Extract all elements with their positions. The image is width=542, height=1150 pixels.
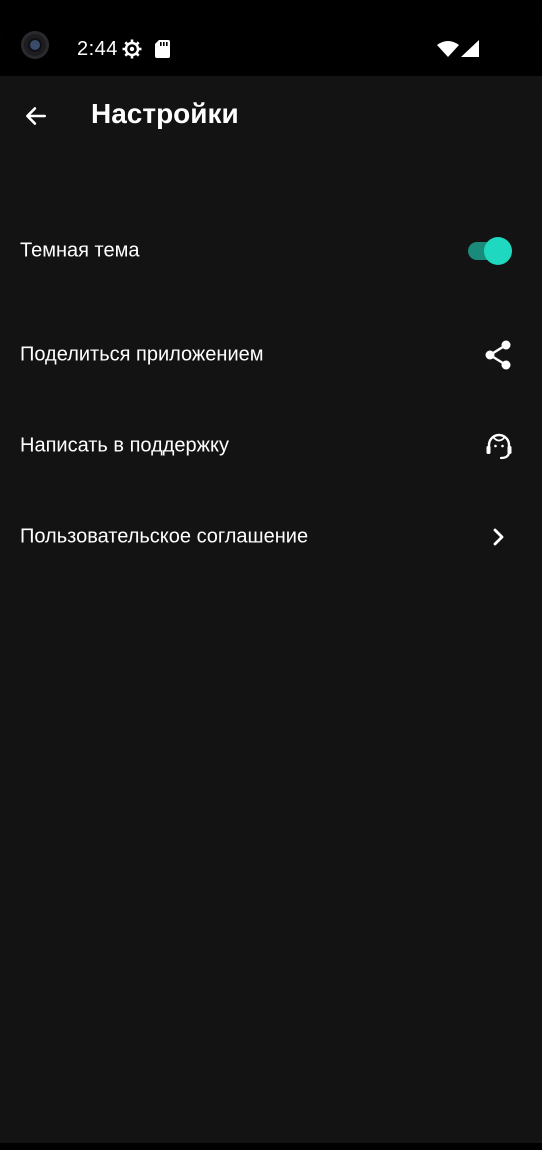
support-label: Написать в поддержку	[20, 434, 230, 457]
sd-card-icon	[155, 40, 170, 58]
arrow-back-icon	[26, 107, 46, 125]
status-time: 2:44	[77, 38, 118, 60]
chevron-right-icon	[492, 527, 506, 547]
dark-theme-toggle[interactable]	[466, 237, 512, 265]
support-row[interactable]: Написать в поддержку	[0, 414, 542, 478]
cell-signal-icon	[461, 40, 479, 57]
phone-frame: 2:44 Настройки Темная тема Поделиться пр…	[0, 0, 542, 1150]
front-camera	[21, 31, 49, 59]
app-bar: Настройки	[0, 76, 542, 158]
bottom-edge	[0, 1143, 542, 1150]
toggle-thumb	[484, 237, 512, 265]
headset-support-icon	[484, 432, 514, 460]
dark-theme-row[interactable]: Темная тема	[0, 219, 542, 283]
user-agreement-label: Пользовательское соглашение	[20, 525, 309, 548]
wifi-icon	[437, 41, 459, 57]
user-agreement-row[interactable]: Пользовательское соглашение	[0, 505, 542, 569]
status-bar: 2:44	[0, 0, 542, 76]
settings-screen: 2:44 Настройки Темная тема Поделиться пр…	[0, 0, 542, 1143]
share-app-row[interactable]: Поделиться приложением	[0, 323, 542, 387]
settings-gear-icon	[122, 39, 142, 59]
share-app-label: Поделиться приложением	[20, 343, 264, 366]
page-title: Настройки	[91, 98, 239, 129]
share-icon	[484, 340, 512, 370]
back-button[interactable]	[16, 96, 56, 136]
dark-theme-label: Темная тема	[20, 239, 140, 262]
